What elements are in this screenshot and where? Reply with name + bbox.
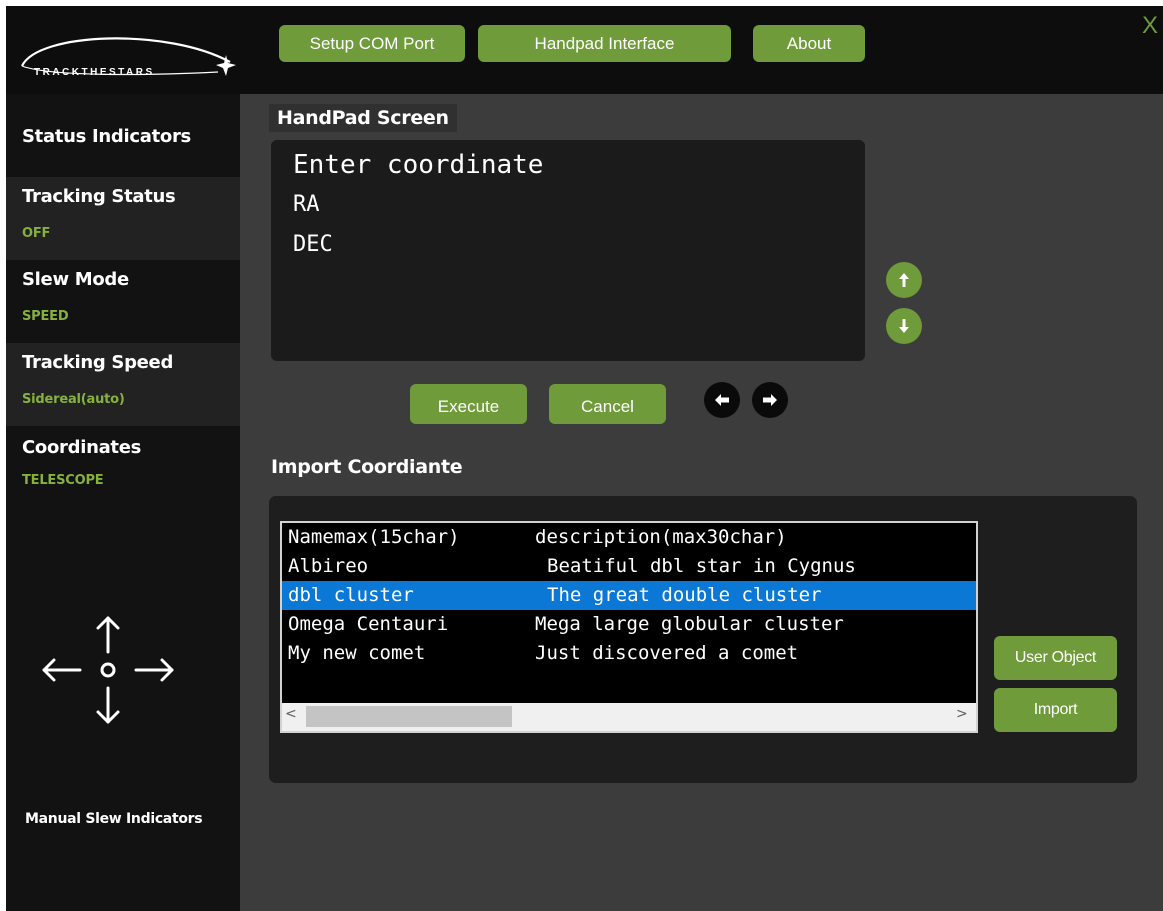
list-item[interactable]: Albireo Beatiful dbl star in Cygnus [282,552,976,581]
list-item-name: My new comet [288,642,426,664]
handpad-interface-button[interactable]: Handpad Interface [478,25,731,62]
coordinates-block: Coordinates TELESCOPE [6,426,240,509]
status-sidebar: Status Indicators Tracking Status OFF Sl… [6,94,240,911]
scroll-left-icon[interactable]: < [285,706,297,722]
user-object-button[interactable]: User Object [994,636,1117,680]
object-listbox[interactable]: Namemax(15char) description(max30char) A… [280,521,978,733]
list-item[interactable]: Omega Centauri Mega large globular clust… [282,610,976,639]
handpad-line-3: DEC [293,232,333,257]
arrow-right-icon [763,394,777,406]
handpad-screen: Enter coordinate RA DEC [271,140,865,361]
slew-mode-block: Slew Mode SPEED [6,260,240,343]
arrow-left-icon [715,394,729,406]
manual-slew-indicator [38,606,178,736]
arrow-up-icon [96,616,120,654]
list-item-name: Namemax(15char) [288,526,460,548]
tracking-speed-value: Sidereal(auto) [22,392,125,407]
list-item-description: The great double cluster [547,584,822,606]
logo-text: TRACKTHESTARS [34,67,155,78]
tracking-status-block: Tracking Status OFF [6,177,240,260]
setup-com-port-button[interactable]: Setup COM Port [279,25,465,62]
list-item-name: Omega Centauri [288,613,449,635]
horizontal-scrollbar[interactable]: < > [282,703,976,731]
list-item[interactable]: My new comet Just discovered a comet [282,639,976,668]
list-item-name: dbl cluster [288,584,414,606]
about-button[interactable]: About [753,25,865,62]
center-dot-icon [100,662,116,678]
list-item-description: description(max30char) [535,526,787,548]
handpad-line-2: RA [293,192,320,217]
trackthestars-logo: TRACKTHESTARS [18,22,238,84]
cursor-left-button[interactable] [704,382,740,418]
arrow-right-icon [134,658,174,682]
arrow-down-icon [899,319,909,333]
tracking-status-value: OFF [22,226,51,241]
manual-slew-indicators-label: Manual Slew Indicators [25,811,203,827]
star-icon [216,55,236,76]
app-window: TRACKTHESTARS Setup COM Port Handpad Int… [6,6,1163,911]
slew-mode-value: SPEED [22,309,69,324]
arrow-left-icon [42,658,82,682]
status-indicators-block: Status Indicators [6,94,240,177]
list-item-description: Just discovered a comet [535,642,799,664]
arrow-up-icon [899,273,909,287]
list-item-description: Mega large globular cluster [535,613,844,635]
list-item-selected[interactable]: dbl cluster The great double cluster [282,581,976,610]
list-item-description: Beatiful dbl star in Cygnus [547,555,856,577]
close-icon[interactable]: X [1142,12,1158,40]
tracking-status-label: Tracking Status [22,186,176,207]
top-bar: TRACKTHESTARS Setup COM Port Handpad Int… [6,6,1163,94]
cursor-right-button[interactable] [752,382,788,418]
arrow-down-icon [96,686,120,724]
cancel-button[interactable]: Cancel [549,384,666,424]
import-button[interactable]: Import [994,688,1117,732]
tracking-speed-label: Tracking Speed [22,352,174,373]
tracking-speed-block: Tracking Speed Sidereal(auto) [6,343,240,426]
import-coordinate-title: Import Coordiante [271,456,463,478]
slew-mode-label: Slew Mode [22,269,129,290]
scroll-right-icon[interactable]: > [956,706,968,722]
scroll-up-button[interactable] [886,262,922,298]
scroll-down-button[interactable] [886,308,922,344]
scrollbar-thumb[interactable] [306,706,512,727]
list-item[interactable]: Namemax(15char) description(max30char) [282,523,976,552]
execute-button[interactable]: Execute [410,384,527,424]
handpad-line-1: Enter coordinate [293,150,544,180]
list-item-name: Albireo [288,555,369,577]
status-indicators-heading: Status Indicators [22,126,191,147]
coordinates-label: Coordinates [22,437,142,458]
coordinates-value: TELESCOPE [22,473,104,488]
handpad-screen-title: HandPad Screen [269,104,457,132]
